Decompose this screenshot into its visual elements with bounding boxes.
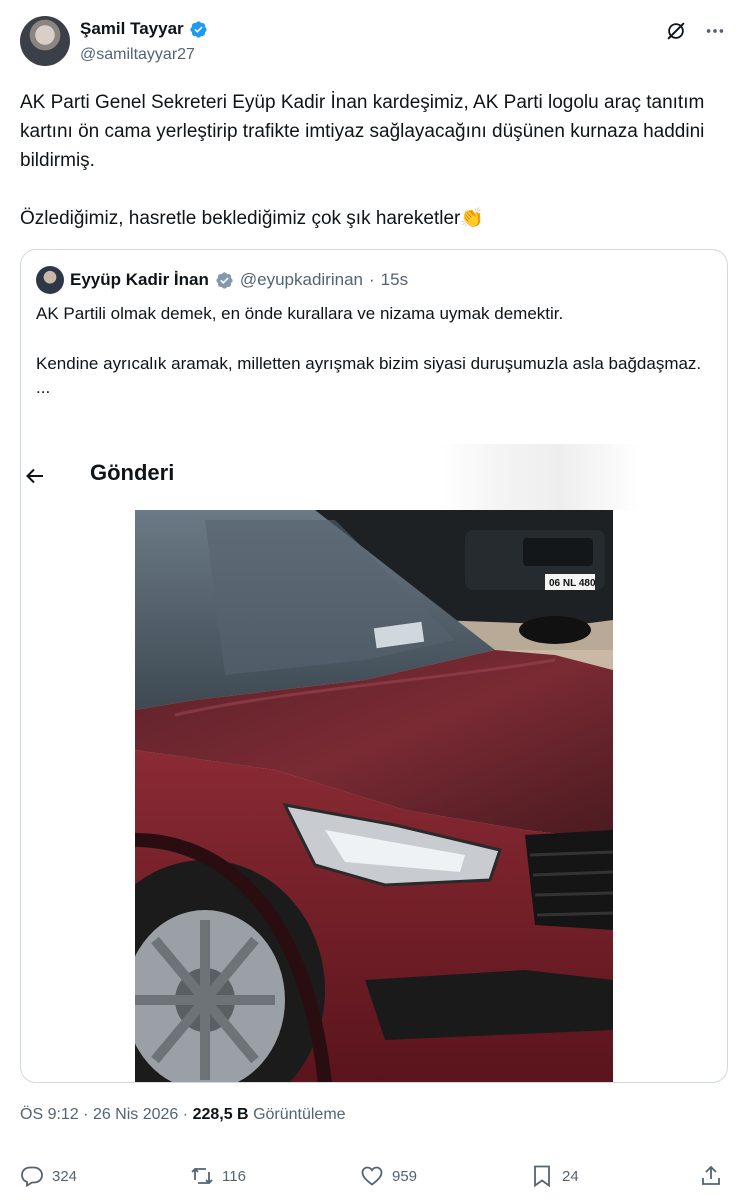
reply-icon (21, 1166, 43, 1188)
views-label: Görüntüleme (253, 1106, 346, 1123)
reply-count: 324 (52, 1167, 78, 1185)
tweet-header: Şamil Tayyar @samiltayyar27 (20, 14, 727, 68)
tweet-paragraph-2-text: Özlediğimiz, hasretle beklediğimiz çok ş… (20, 208, 461, 229)
tweet-date[interactable]: 26 Nis 2026 (93, 1106, 178, 1123)
meta-separator-1: · (83, 1106, 89, 1123)
grok-icon[interactable] (665, 20, 687, 42)
like-button[interactable]: 959 (360, 1164, 417, 1188)
repost-button[interactable]: 116 (190, 1164, 246, 1188)
views-count: 228,5 B (192, 1106, 249, 1123)
share-icon (702, 1165, 720, 1185)
action-bar: 324 116 959 24 (20, 1164, 723, 1198)
author-avatar[interactable] (20, 16, 70, 66)
car-illustration: 06 NL 480 (135, 510, 613, 1082)
author-name-row: Şamil Tayyar (80, 19, 208, 39)
tweet-text: AK Parti Genel Sekreteri Eyüp Kadir İnan… (20, 88, 723, 233)
quoted-tweet-text: AK Partili olmak demek, en önde kurallar… (36, 302, 712, 400)
license-plate-text: 06 NL 480 (549, 578, 596, 589)
quoted-separator: · (368, 270, 375, 289)
reply-button[interactable]: 324 (20, 1164, 77, 1188)
quoted-author-name[interactable]: Eyyüp Kadir İnan (70, 270, 209, 290)
bookmark-button[interactable]: 24 (530, 1164, 579, 1188)
repost-icon (191, 1167, 213, 1185)
quoted-line-1: AK Partili olmak demek, en önde kurallar… (36, 304, 564, 323)
quoted-author-avatar[interactable] (36, 266, 64, 294)
quoted-tweet-header: Eyyüp Kadir İnan @eyupkadirinan · 15s (36, 266, 408, 294)
more-options-icon[interactable] (703, 19, 727, 43)
bookmark-count: 24 (562, 1167, 579, 1185)
quoted-author-handle[interactable]: @eyupkadirinan (240, 270, 363, 290)
embedded-post-title: Gönderi (90, 460, 175, 485)
quoted-line-2: Kendine ayrıcalık aramak, milletten ayrı… (36, 354, 702, 373)
tweet-paragraph-1: AK Parti Genel Sekreteri Eyüp Kadir İnan… (20, 92, 705, 171)
share-button[interactable] (699, 1164, 723, 1188)
quoted-tweet[interactable]: Eyyüp Kadir İnan @eyupkadirinan · 15s AK… (20, 249, 728, 1083)
author-name[interactable]: Şamil Tayyar (80, 19, 184, 39)
tweet-meta: ÖS 9:12 · 26 Nis 2026 · 228,5 B Görüntül… (20, 1106, 346, 1124)
tweet-time[interactable]: ÖS 9:12 (20, 1106, 79, 1123)
quoted-gray-badge-icon (216, 271, 233, 289)
repost-count: 116 (222, 1167, 246, 1185)
like-count: 959 (392, 1167, 418, 1185)
clapping-hands-emoji: 👏 (460, 208, 485, 229)
blurred-area (441, 444, 641, 510)
meta-separator-2: · (182, 1106, 189, 1123)
back-arrow-icon (26, 468, 43, 484)
quoted-timestamp[interactable]: 15s (381, 270, 408, 290)
verified-badge-icon (190, 20, 207, 38)
car-photo[interactable]: 06 NL 480 (135, 510, 613, 1082)
author-handle[interactable]: @samiltayyar27 (80, 46, 195, 64)
quoted-ellipsis: ... (36, 378, 51, 397)
embedded-post-header: Gönderi (21, 444, 727, 510)
bookmark-icon (534, 1165, 550, 1188)
heart-icon (361, 1166, 383, 1186)
tweet-paragraph-2: Özlediğimiz, hasretle beklediğimiz çok ş… (20, 204, 723, 233)
